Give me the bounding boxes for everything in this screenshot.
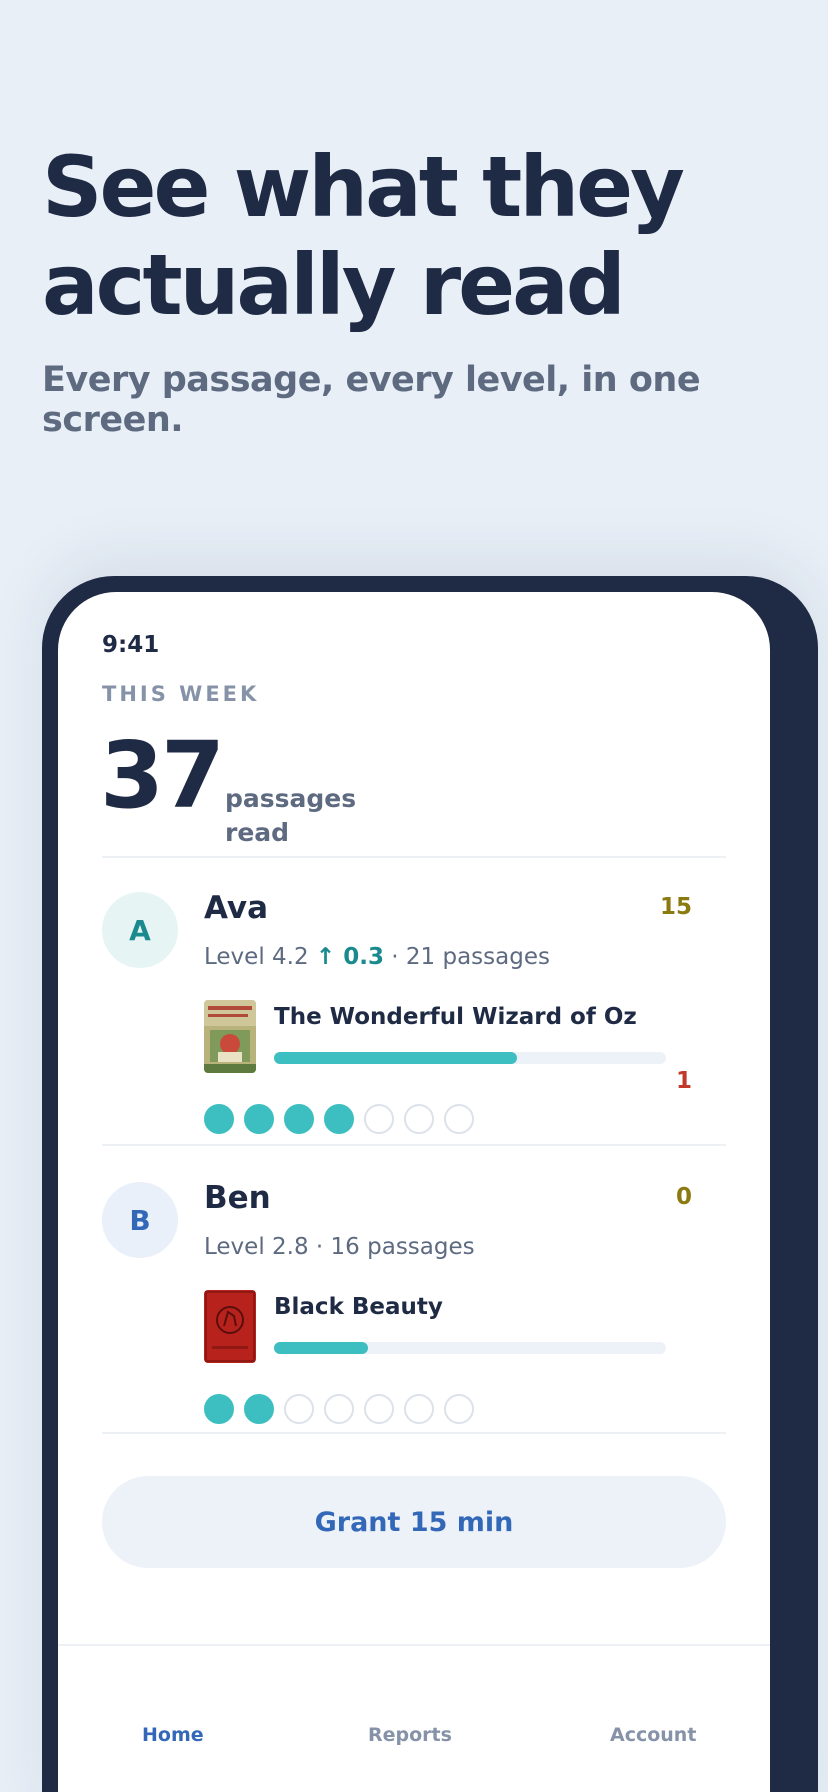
avatar: B — [102, 1182, 178, 1258]
level-text: Level 4.2 — [204, 944, 316, 970]
streak-dot-filled — [244, 1104, 274, 1134]
tab-bar: Home Reports Account — [58, 1644, 770, 1792]
kid-name: Ben — [204, 1180, 271, 1216]
streak-dot-empty — [444, 1394, 474, 1424]
weekly-streak-dots — [204, 1104, 474, 1134]
streak-dot-empty — [444, 1104, 474, 1134]
streak-dot-filled — [204, 1394, 234, 1424]
level-text: Level 2.8 — [204, 1234, 309, 1260]
divider — [102, 1432, 726, 1434]
missed-count: 1 — [675, 1068, 692, 1094]
streak-dot-empty — [364, 1394, 394, 1424]
tab-home[interactable]: Home — [142, 1724, 204, 1746]
period-label: THIS WEEK — [102, 682, 260, 706]
phone-screen: 9:41 THIS WEEK 37 passages read A Ava 15… — [58, 592, 770, 1792]
streak-dot-empty — [324, 1394, 354, 1424]
streak-dot-empty — [404, 1394, 434, 1424]
book-title: Black Beauty — [274, 1294, 443, 1320]
streak-dot-filled — [204, 1104, 234, 1134]
streak-dot-filled — [244, 1394, 274, 1424]
hero-title-line-2: actually read — [42, 236, 626, 334]
kid-name: Ava — [204, 890, 269, 926]
divider — [102, 1144, 726, 1146]
hero: See what they actually read Every passag… — [42, 138, 802, 440]
hero-title-line-1: See what they — [42, 138, 685, 236]
level-delta: 0.3 — [343, 944, 384, 970]
book-progress-fill — [274, 1342, 369, 1354]
kid-level-meta: Level 2.8 · 16 passages — [204, 1234, 475, 1260]
avatar: A — [102, 892, 178, 968]
streak-dot-empty — [404, 1104, 434, 1134]
level-up-arrow-icon: ↑ — [315, 944, 344, 970]
streak-dot-filled — [284, 1104, 314, 1134]
streak-dot-empty — [284, 1394, 314, 1424]
passages-count-label: passages read — [225, 782, 385, 850]
score-badge: 15 — [659, 894, 692, 920]
passages-text: · 21 passages — [383, 944, 550, 970]
score-badge: 0 — [675, 1184, 692, 1210]
kid-card-ava[interactable]: A Ava 15 Level 4.2 ↑ 0.3 · 21 passages T… — [58, 858, 770, 1134]
count-label-line-1: passages — [225, 784, 357, 813]
book-cover-icon — [204, 1000, 256, 1073]
tab-account[interactable]: Account — [610, 1724, 696, 1746]
book-progress-fill — [274, 1052, 518, 1064]
kid-level-meta: Level 4.2 ↑ 0.3 · 21 passages — [204, 944, 550, 970]
streak-dot-empty — [364, 1104, 394, 1134]
streak-dot-filled — [324, 1104, 354, 1134]
passages-text: · 16 passages — [308, 1234, 475, 1260]
book-progress-bar — [274, 1052, 666, 1064]
kid-card-ben[interactable]: B Ben 0 Level 2.8 · 16 passages Black Be… — [58, 1148, 770, 1424]
book-progress-bar — [274, 1342, 666, 1354]
hero-subtitle: Every passage, every level, in one scree… — [42, 360, 701, 440]
phone-frame: 9:41 THIS WEEK 37 passages read A Ava 15… — [42, 576, 818, 1792]
grant-time-button[interactable]: Grant 15 min — [102, 1476, 726, 1568]
count-label-line-2: read — [225, 818, 290, 847]
book-cover-icon — [204, 1290, 256, 1363]
status-bar-time: 9:41 — [102, 632, 160, 658]
passages-count: 37 — [100, 722, 225, 829]
hero-title: See what they actually read — [42, 138, 802, 334]
tab-reports[interactable]: Reports — [368, 1724, 452, 1746]
book-title: The Wonderful Wizard of Oz — [274, 1004, 637, 1030]
weekly-streak-dots — [204, 1394, 474, 1424]
